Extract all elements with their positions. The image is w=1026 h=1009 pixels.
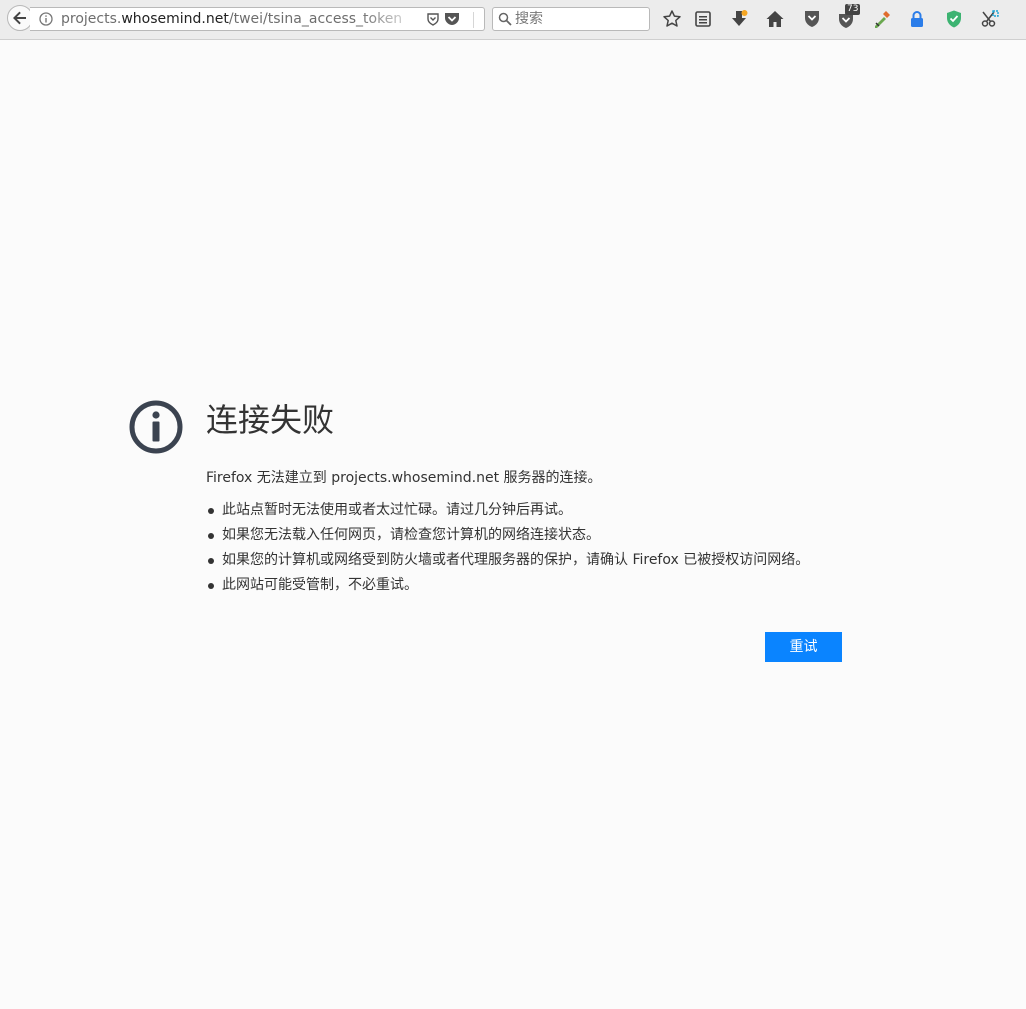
shield-check-icon[interactable] — [944, 9, 964, 29]
screenshot-scissors-icon[interactable] — [980, 9, 1000, 29]
pocket-icon[interactable] — [444, 12, 460, 26]
list-item: 如果您的计算机或网络受到防火墙或者代理服务器的保护，请确认 Firefox 已被… — [206, 551, 809, 576]
url-host: whosemind.net — [121, 11, 229, 27]
browser-toolbar: projects.whosemind.net/twei/tsina_access… — [0, 0, 1026, 40]
url-prefix: projects. — [61, 11, 122, 27]
url-separator — [473, 12, 474, 28]
bookmark-star-icon[interactable] — [662, 9, 682, 29]
error-title: 连接失败 — [206, 401, 335, 439]
shield-outline-icon[interactable] — [426, 12, 440, 26]
url-fade — [360, 8, 424, 30]
search-bar[interactable]: 搜索 — [492, 7, 650, 31]
lock-icon[interactable] — [907, 9, 927, 29]
reload-icon[interactable] — [483, 12, 485, 26]
download-icon[interactable] — [729, 9, 749, 29]
search-icon — [498, 12, 512, 26]
home-icon[interactable] — [765, 9, 785, 29]
arrow-left-icon — [13, 11, 26, 25]
error-info-icon — [129, 400, 183, 454]
list-item: 此网站可能受管制，不必重试。 — [206, 576, 809, 601]
notification-badge: 73 — [845, 4, 861, 15]
pocket-shield-icon[interactable] — [802, 9, 822, 29]
url-bar[interactable]: projects.whosemind.net/twei/tsina_access… — [30, 7, 485, 31]
color-picker-icon[interactable] — [872, 9, 892, 29]
list-item: 如果您无法载入任何网页，请检查您计算机的网络连接状态。 — [206, 526, 809, 551]
retry-button[interactable]: 重试 — [765, 632, 842, 662]
reading-list-icon[interactable] — [693, 9, 713, 29]
list-item: 此站点暂时无法使用或者太过忙碌。请过几分钟后再试。 — [206, 501, 809, 526]
error-description: Firefox 无法建立到 projects.whosemind.net 服务器… — [206, 470, 602, 486]
error-reasons-list: 此站点暂时无法使用或者太过忙碌。请过几分钟后再试。 如果您无法载入任何网页，请检… — [206, 501, 809, 601]
search-placeholder: 搜索 — [515, 11, 543, 27]
info-icon[interactable] — [39, 12, 53, 26]
